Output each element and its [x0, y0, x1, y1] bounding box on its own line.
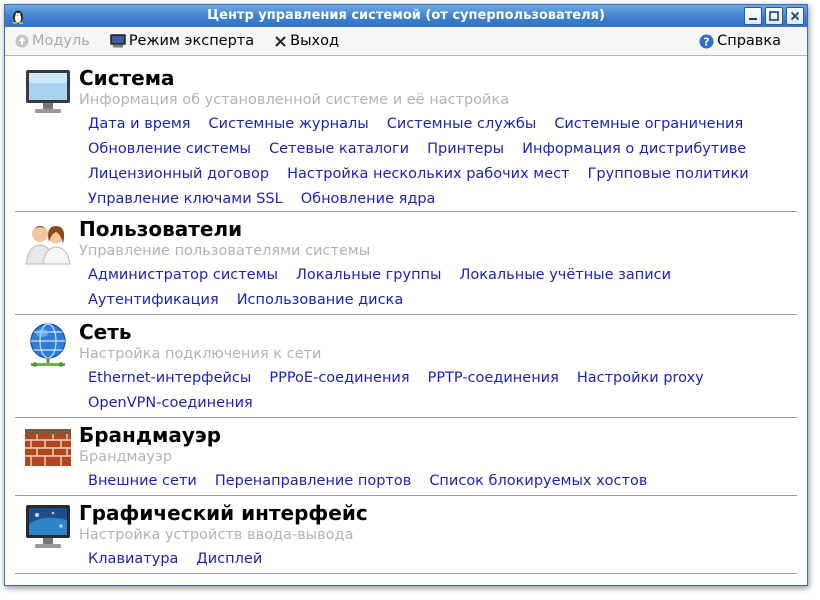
module-link-openvpn[interactable]: OpenVPN-соединения — [88, 395, 253, 411]
section-system: Система Информация об установленной сист… — [15, 61, 797, 212]
module-link-kernel-update[interactable]: Обновление ядра — [301, 191, 436, 207]
section-firewall: Брандмауэр Брандмауэр Внешние сети Перен… — [15, 418, 797, 496]
section-title: Сеть — [79, 320, 132, 344]
close-icon — [790, 11, 800, 21]
module-link-admin[interactable]: Администратор системы — [88, 267, 278, 283]
window-title: Центр управления системой (от суперпольз… — [207, 8, 605, 23]
penguin-icon — [12, 10, 24, 24]
module-link-ssl-keys[interactable]: Управление ключами SSL — [88, 191, 283, 207]
module-link-license[interactable]: Лицензионный договор — [88, 166, 269, 182]
close-button[interactable] — [786, 7, 804, 25]
section-description: Управление пользователями системы — [79, 243, 371, 259]
module-link-blocked-hosts[interactable]: Список блокируемых хостов — [429, 473, 647, 489]
expert-mode-button[interactable]: Режим эксперта — [109, 33, 255, 49]
module-link-distro-info[interactable]: Информация о дистрибутиве — [522, 141, 746, 157]
section-description: Брандмауэр — [79, 449, 173, 465]
module-link-proxy[interactable]: Настройки proxy — [577, 370, 704, 386]
module-link-datetime[interactable]: Дата и время — [88, 116, 191, 132]
module-link-keyboard[interactable]: Клавиатура — [88, 551, 178, 567]
help-label: Справка — [717, 33, 781, 49]
help-icon: ? — [699, 34, 714, 48]
terminal-icon — [109, 34, 126, 48]
module-link-external-networks[interactable]: Внешние сети — [88, 473, 197, 489]
monitor-icon — [26, 70, 70, 113]
module-list: Система Информация об установленной сист… — [15, 61, 797, 574]
exit-label: Выход — [290, 33, 340, 49]
section-description: Настройка устройств ввода-вывода — [79, 527, 354, 543]
module-label: Модуль — [32, 33, 90, 49]
module-link-disk-usage[interactable]: Использование диска — [237, 292, 404, 308]
expert-mode-label: Режим эксперта — [128, 33, 255, 49]
section-title: Графический интерфейс — [79, 501, 368, 525]
module-link-pptp[interactable]: PPTP-соединения — [428, 370, 559, 386]
minimize-button[interactable] — [744, 7, 762, 25]
module-link-display[interactable]: Дисплей — [196, 551, 262, 567]
brick-wall-icon — [25, 429, 71, 466]
module-link-group-policies[interactable]: Групповые политики — [588, 166, 749, 182]
users-icon — [25, 226, 71, 265]
module-link-system-limits[interactable]: Системные ограничения — [554, 116, 743, 132]
exit-x-icon — [275, 35, 286, 47]
module-link-system-logs[interactable]: Системные журналы — [209, 116, 369, 132]
module-link-network-dirs[interactable]: Сетевые каталоги — [269, 141, 409, 157]
help-button[interactable]: ? Справка — [699, 33, 781, 49]
maximize-icon — [769, 11, 779, 21]
section-users: Пользователи Управление пользователями с… — [15, 212, 797, 315]
module-link-local-groups[interactable]: Локальные группы — [296, 267, 442, 283]
module-link-system-services[interactable]: Системные службы — [387, 116, 537, 132]
module-link-ethernet[interactable]: Ethernet-интерфейсы — [88, 370, 251, 386]
svg-text:?: ? — [703, 35, 709, 48]
section-title: Брандмауэр — [79, 423, 222, 447]
module-button[interactable]: Модуль — [15, 33, 90, 49]
main-window: Центр управления системой (от суперпольз… — [4, 4, 808, 586]
module-link-system-update[interactable]: Обновление системы — [88, 141, 251, 157]
section-network: Сеть Настройка подключения к сети Ethern… — [15, 315, 797, 418]
toolbar: Модуль Режим эксперта Выход ? Справка — [5, 27, 807, 56]
title-bar[interactable]: Центр управления системой (от суперпольз… — [5, 5, 807, 27]
section-description: Настройка подключения к сети — [79, 346, 322, 362]
maximize-button[interactable] — [765, 7, 783, 25]
module-link-printers[interactable]: Принтеры — [427, 141, 504, 157]
back-arrow-icon — [15, 34, 29, 48]
exit-button[interactable]: Выход — [274, 33, 339, 49]
minimize-icon — [749, 18, 757, 20]
module-link-port-forwarding[interactable]: Перенаправление портов — [215, 473, 411, 489]
globe-network-icon — [30, 323, 66, 367]
section-description: Информация об установленной системе и её… — [79, 92, 510, 108]
module-link-multiseat[interactable]: Настройка нескольких рабочих мест — [287, 166, 570, 182]
module-link-authentication[interactable]: Аутентификация — [88, 292, 219, 308]
display-icon — [26, 505, 70, 548]
module-link-pppoe[interactable]: PPPoE-соединения — [269, 370, 409, 386]
section-title: Система — [79, 66, 175, 90]
module-link-local-accounts[interactable]: Локальные учётные записи — [460, 267, 672, 283]
section-title: Пользователи — [79, 217, 243, 241]
section-gui: Графический интерфейс Настройка устройст… — [15, 496, 797, 574]
